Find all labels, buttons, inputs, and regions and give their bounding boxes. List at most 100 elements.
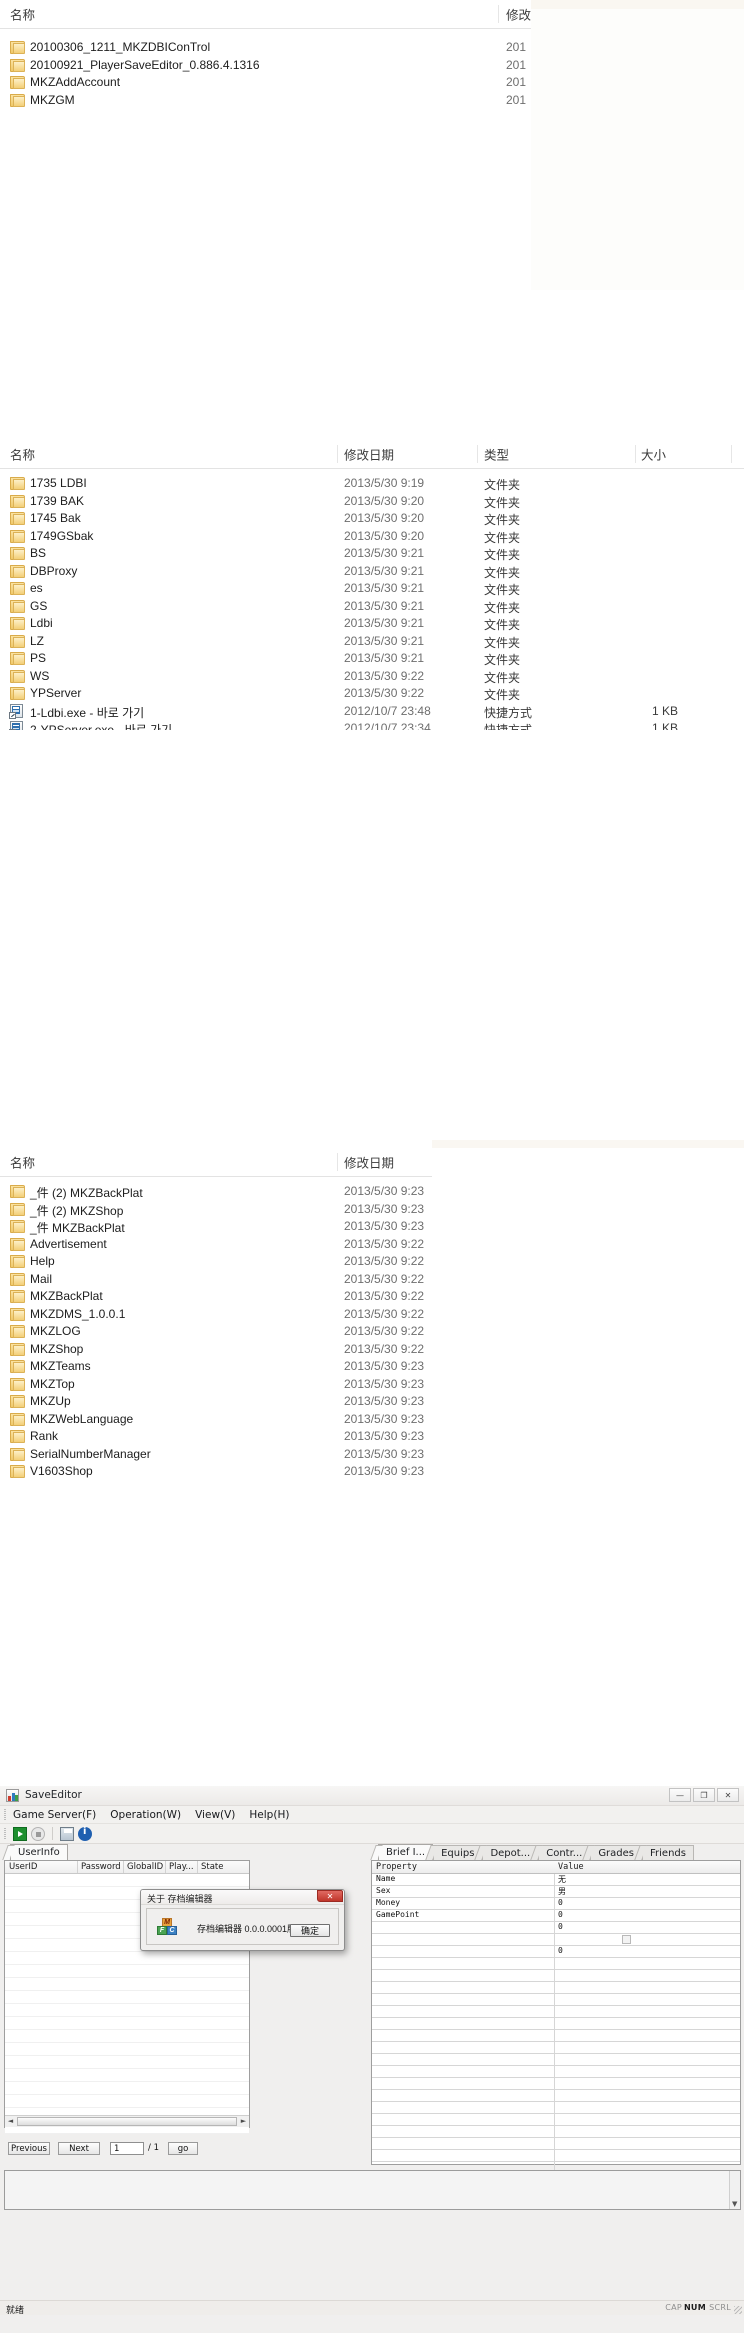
column-divider[interactable] — [498, 5, 499, 23]
previous-button[interactable]: Previous — [8, 2142, 50, 2155]
column-header-name[interactable]: 名称 — [10, 445, 35, 464]
property-row[interactable] — [372, 1982, 740, 1994]
table-row[interactable]: 20100306_1211_MKZDBIConTrol 201 — [0, 39, 531, 57]
tab-friends[interactable]: Friends — [642, 1845, 694, 1860]
property-row[interactable] — [372, 1934, 740, 1946]
table-row[interactable]: WS 2013/5/30 9:22 文件夹 — [0, 668, 744, 686]
userinfo-hscrollbar[interactable]: ◄ ► — [5, 2115, 249, 2127]
saveeditor-titlebar[interactable]: SaveEditor — ❐ ✕ — [0, 1786, 744, 1806]
property-row[interactable] — [372, 2126, 740, 2138]
panel-2-file-list[interactable]: 1735 LDBI 2013/5/30 9:19 文件夹 1739 BAK 2013/5… — [0, 469, 744, 730]
panel-1-column-header[interactable]: 名称 修改 — [0, 0, 531, 29]
property-row[interactable] — [372, 1958, 740, 1970]
property-row[interactable]: Sex 男 — [372, 1886, 740, 1898]
stop-icon[interactable] — [31, 1826, 45, 1841]
col-userid[interactable]: UserID — [9, 1862, 37, 1872]
table-row[interactable] — [5, 2030, 249, 2043]
table-row[interactable]: MKZTeams2013/5/30 9:23文件夹 — [0, 1358, 432, 1376]
table-row[interactable]: MKZGM 201 — [0, 92, 531, 110]
property-row[interactable] — [372, 2066, 740, 2078]
property-row[interactable] — [372, 1970, 740, 1982]
property-value[interactable]: 0 — [558, 1898, 563, 1907]
column-divider[interactable] — [337, 445, 338, 463]
property-row[interactable] — [372, 2138, 740, 2150]
userinfo-grid-header[interactable]: UserID Password GlobalID Play... State — [5, 1861, 249, 1874]
column-header-date[interactable]: 修改日期 — [344, 1153, 394, 1172]
property-row[interactable]: Name 无 — [372, 1874, 740, 1886]
property-row[interactable] — [372, 2042, 740, 2054]
explorer-panel-3[interactable]: 名称 修改日期 类型 _件 (2) MKZBackPlat 2013/5/30 9… — [0, 1140, 432, 1768]
table-row[interactable]: BS 2013/5/30 9:21 文件夹 — [0, 545, 744, 563]
property-row[interactable] — [372, 2090, 740, 2102]
next-button[interactable]: Next — [58, 2142, 100, 2155]
property-grid-header[interactable]: Property Value — [372, 1861, 740, 1874]
column-header-date[interactable]: 修改 — [506, 5, 531, 24]
table-row[interactable] — [5, 2095, 249, 2108]
table-row[interactable] — [5, 2004, 249, 2017]
table-row[interactable]: _件 (2) MKZShop2013/5/30 9:23文件夹 — [0, 1201, 432, 1219]
table-row[interactable]: SerialNumberManager2013/5/30 9:23文件夹 — [0, 1446, 432, 1464]
table-row[interactable]: es 2013/5/30 9:21 文件夹 — [0, 580, 744, 598]
table-row[interactable] — [5, 2069, 249, 2082]
property-checkbox[interactable] — [622, 1935, 631, 1944]
table-row[interactable]: MKZTop2013/5/30 9:23文件夹 — [0, 1376, 432, 1394]
property-row[interactable]: 0 — [372, 1946, 740, 1958]
table-row[interactable]: 1-Ldbi.exe - 바로 가기 2012/10/7 23:48 快捷方式 1 K… — [0, 703, 744, 721]
table-row[interactable]: _件 MKZBackPlat2013/5/30 9:23文件夹 — [0, 1218, 432, 1236]
column-divider[interactable] — [731, 445, 732, 463]
table-row[interactable]: LZ 2013/5/30 9:21 文件夹 — [0, 633, 744, 651]
saveeditor-window[interactable]: SaveEditor — ❐ ✕ Game Server(F) Operatio… — [0, 1786, 744, 2333]
property-row[interactable] — [372, 2054, 740, 2066]
table-row[interactable]: YPServer 2013/5/30 9:22 文件夹 — [0, 685, 744, 703]
menu-item-help[interactable]: Help(H) — [249, 1809, 289, 1821]
col-password[interactable]: Password — [81, 1862, 121, 1872]
about-icon[interactable] — [78, 1826, 92, 1841]
close-icon[interactable]: ✕ — [317, 1890, 343, 1902]
table-row[interactable]: V1603Shop2013/5/30 9:23文件夹 — [0, 1463, 432, 1481]
table-row[interactable] — [5, 2056, 249, 2069]
about-dialog-titlebar[interactable]: 关于 存档编辑器 ✕ — [141, 1890, 344, 1905]
table-row[interactable]: Rank2013/5/30 9:23文件夹 — [0, 1428, 432, 1446]
table-row[interactable] — [5, 1965, 249, 1978]
table-row[interactable]: 2-YPServer.exe - 바로 가기 2012/10/7 23:34 快捷方… — [0, 720, 744, 730]
toolbar[interactable] — [0, 1824, 744, 1844]
close-button[interactable]: ✕ — [717, 1788, 739, 1802]
menu-grip-icon[interactable] — [4, 1809, 6, 1820]
property-row[interactable] — [372, 2030, 740, 2042]
property-value[interactable]: 0 — [558, 1910, 563, 1919]
column-divider[interactable] — [337, 1153, 338, 1171]
about-dialog[interactable]: 关于 存档编辑器 ✕ M F C 存档编辑器 0.0.0.0001版 确定 — [140, 1889, 345, 1951]
table-row[interactable]: Ldbi 2013/5/30 9:21 文件夹 — [0, 615, 744, 633]
table-row[interactable]: MKZLOG2013/5/30 9:22文件夹 — [0, 1323, 432, 1341]
panel-3-column-header[interactable]: 名称 修改日期 类型 — [0, 1148, 432, 1177]
property-value[interactable]: 无 — [558, 1874, 566, 1885]
resize-grip-icon[interactable] — [734, 2306, 742, 2314]
table-row[interactable]: 1749GSbak 2013/5/30 9:20 文件夹 — [0, 528, 744, 546]
table-row[interactable]: MKZShop2013/5/30 9:22文件夹 — [0, 1341, 432, 1359]
scroll-left-icon[interactable]: ◄ — [5, 2116, 16, 2126]
page-input[interactable]: 1 — [110, 2142, 144, 2155]
column-header-date[interactable]: 修改日期 — [344, 445, 394, 464]
table-row[interactable]: MKZDMS_1.0.0.12013/5/30 9:22文件夹 — [0, 1306, 432, 1324]
col-state[interactable]: State — [201, 1862, 224, 1872]
table-row[interactable] — [5, 1991, 249, 2004]
minimize-button[interactable]: — — [669, 1788, 691, 1802]
col-play[interactable]: Play... — [169, 1862, 194, 1872]
property-row[interactable] — [372, 2078, 740, 2090]
table-row[interactable]: 1735 LDBI 2013/5/30 9:19 文件夹 — [0, 475, 744, 493]
table-row[interactable]: GS 2013/5/30 9:21 文件夹 — [0, 598, 744, 616]
property-value[interactable]: 0 — [558, 1922, 563, 1931]
property-row[interactable]: 0 — [372, 1922, 740, 1934]
scroll-down-icon[interactable]: ▼ — [732, 2200, 737, 2208]
menu-item-game-server[interactable]: Game Server(F) — [13, 1809, 96, 1821]
table-row[interactable]: MKZUp2013/5/30 9:23文件夹 — [0, 1393, 432, 1411]
run-icon[interactable] — [13, 1826, 27, 1841]
column-divider[interactable] — [477, 445, 478, 463]
log-output-box[interactable]: ▼ — [4, 2170, 741, 2210]
property-rows[interactable]: Name 无 Sex 男 Money 0 GamePoint 0 0 0 — [372, 1874, 740, 2210]
explorer-panel-2[interactable]: 名称 修改日期 类型 大小 1735 LDBI 2013/5/30 9:19 文件夹… — [0, 440, 744, 730]
table-row[interactable]: PS 2013/5/30 9:21 文件夹 — [0, 650, 744, 668]
tab-userinfo[interactable]: UserInfo — [10, 1844, 68, 1860]
table-row[interactable]: 1739 BAK 2013/5/30 9:20 文件夹 — [0, 493, 744, 511]
table-row[interactable]: MKZAddAccount 201 — [0, 74, 531, 92]
